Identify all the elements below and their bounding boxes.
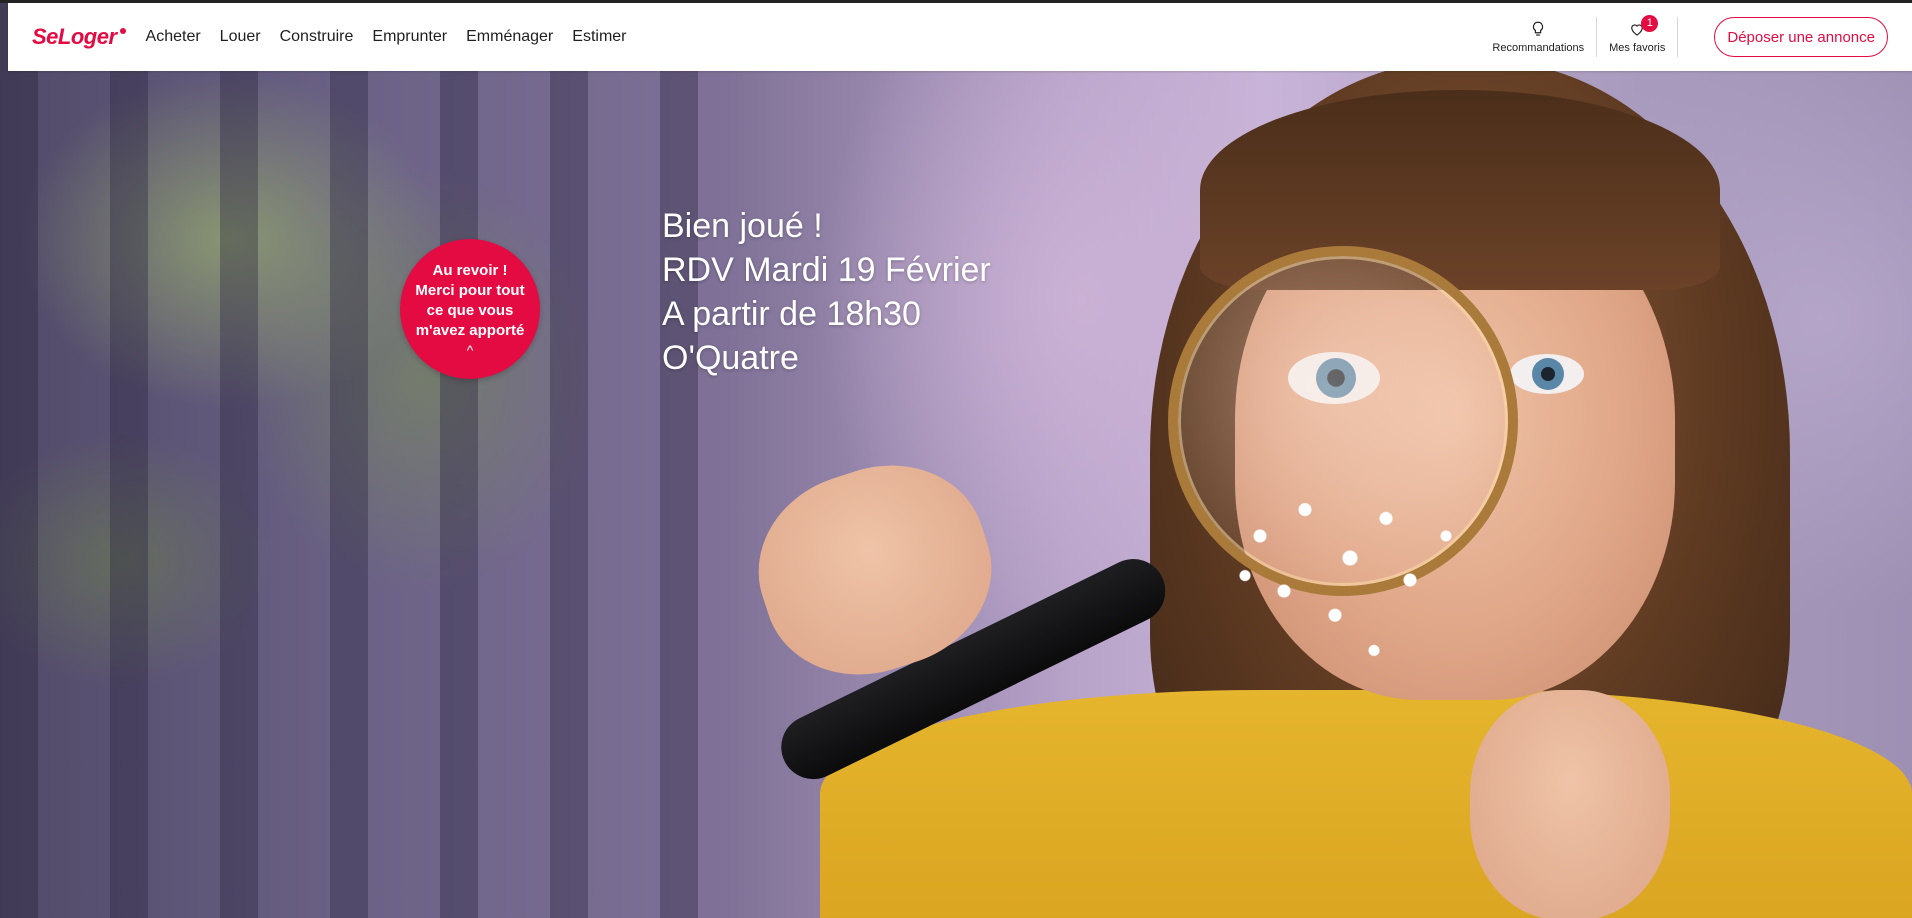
hero-line-greeting: Bien joué ! [662,207,823,245]
main-nav: Acheter Louer Construire Emprunter Emmén… [146,28,646,46]
hero-photo-hand-right [1470,690,1670,918]
favorites-button[interactable]: 1 Mes favoris [1597,15,1677,58]
hero-photo-flowers [1200,470,1500,690]
deposer-annonce-button[interactable]: Déposer une annonce [1714,17,1888,57]
hero-message: Bien joué ! RDV Mardi 19 Février A parti… [662,204,991,380]
farewell-bubble[interactable]: Au revoir ! Merci pour tout ce que vous … [400,239,540,379]
nav-item-emmenager[interactable]: Emménager [466,28,553,46]
recommendations-label: Recommandations [1492,42,1585,54]
page: SeLoger Acheter Louer Construire Emprunt… [0,0,1912,918]
logo-text: SeLoger [32,24,117,49]
nav-item-emprunter[interactable]: Emprunter [372,28,447,46]
site-header: SeLoger Acheter Louer Construire Emprunt… [8,3,1912,71]
hero-photo-eye-right [1510,354,1584,394]
nav-item-estimer[interactable]: Estimer [572,28,626,46]
farewell-bubble-text: Au revoir ! Merci pour tout ce que vous … [415,262,525,339]
hero-line-date: RDV Mardi 19 Février [662,251,991,289]
hero-line-time: A partir de 18h30 [662,295,921,333]
nav-item-acheter[interactable]: Acheter [146,28,201,46]
seloger-logo[interactable]: SeLoger [32,24,126,50]
favorites-count-badge: 1 [1641,15,1659,32]
header-right: Recommandations 1 Mes favoris Déposer un… [1480,3,1912,71]
hero-line-venue: O'Quatre [662,339,799,377]
lightbulb-icon [1533,21,1544,36]
nav-item-louer[interactable]: Louer [220,28,261,46]
favorites-label: Mes favoris [1609,42,1666,54]
caret-up-icon: ^ [466,342,474,358]
recommendations-button[interactable]: Recommandations [1480,16,1596,58]
logo-dot-icon [119,28,126,34]
header-separator [1677,17,1679,57]
hero-background-image [0,0,1912,918]
nav-item-construire[interactable]: Construire [280,28,354,46]
hero-photo-sweater [820,690,1912,918]
